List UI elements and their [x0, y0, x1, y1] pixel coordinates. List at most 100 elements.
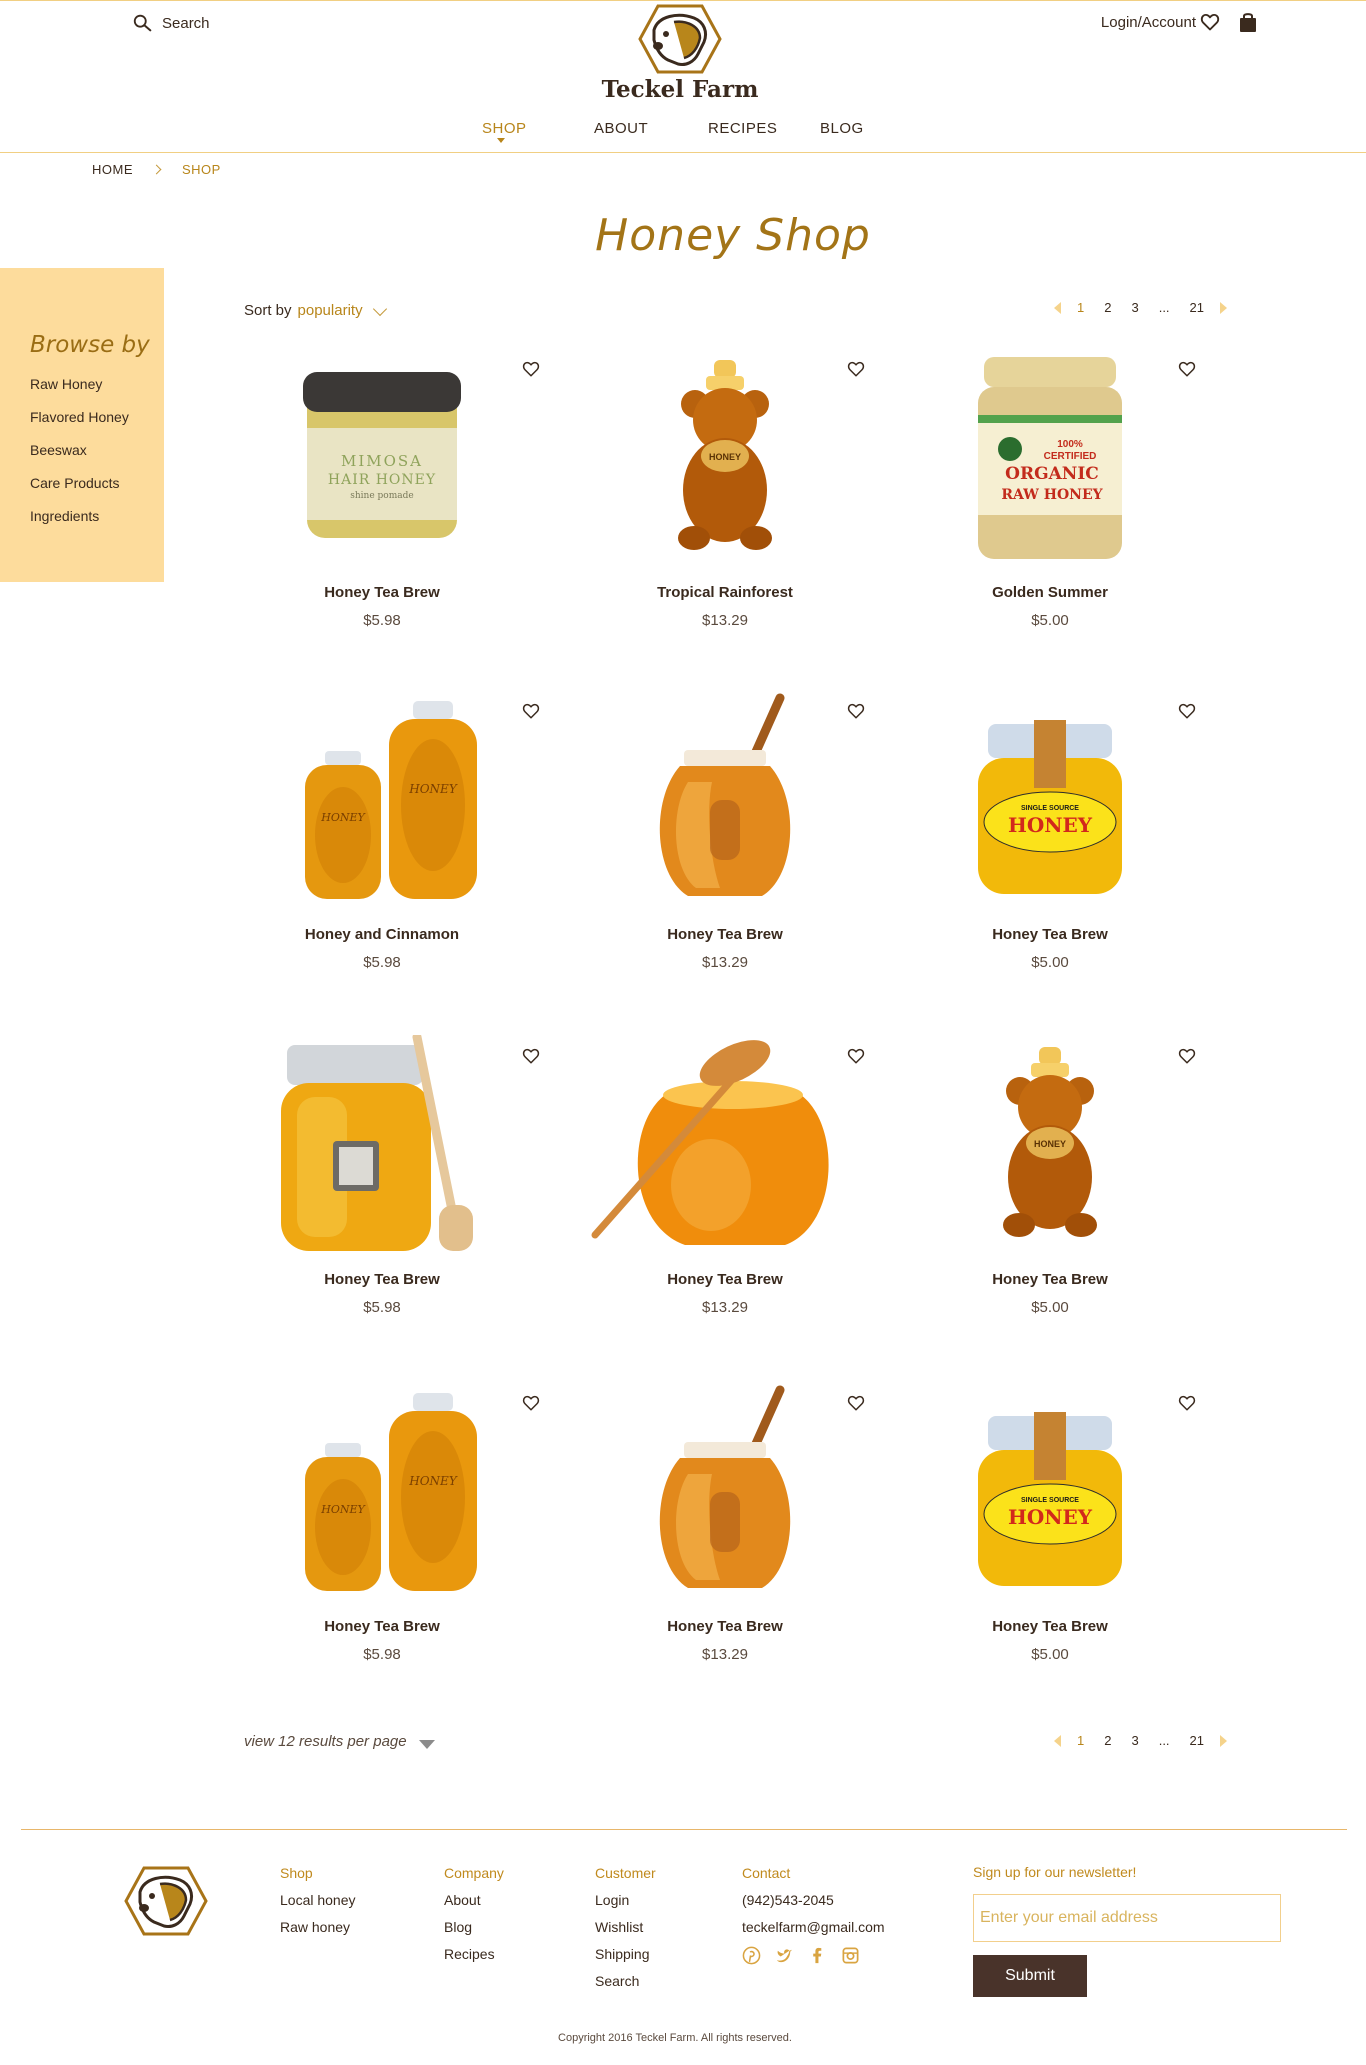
product-image[interactable]: HONEY HONEY	[232, 690, 532, 910]
next-page-icon[interactable]	[1220, 301, 1228, 314]
product-card[interactable]: Honey Tea Brew $13.29	[575, 1035, 875, 1335]
login-account-link[interactable]: Login/Account	[1101, 14, 1196, 31]
product-card[interactable]: MIMOSA HAIR HONEY shine pomade Honey Tea Br…	[232, 348, 540, 648]
search-button[interactable]: Search	[132, 12, 210, 34]
product-card[interactable]: Honey Tea Brew $13.29	[575, 690, 875, 990]
heart-icon[interactable]	[847, 1047, 865, 1065]
svg-text:HONEY: HONEY	[408, 782, 458, 796]
footer-link-shipping[interactable]: Shipping	[595, 1946, 656, 1962]
newsletter-submit-button[interactable]: Submit	[973, 1955, 1087, 1997]
product-name[interactable]: Golden Summer	[900, 584, 1200, 601]
shopping-bag-icon[interactable]	[1238, 11, 1258, 33]
product-name[interactable]: Honey Tea Brew	[232, 584, 532, 601]
heart-icon[interactable]	[1178, 1394, 1196, 1412]
page-link-2[interactable]: 2	[1104, 300, 1111, 315]
nav-about[interactable]: ABOUT	[594, 120, 648, 137]
heart-icon[interactable]	[847, 360, 865, 378]
footer-link-search[interactable]: Search	[595, 1973, 656, 1989]
product-image[interactable]	[575, 1035, 875, 1255]
breadcrumb-home[interactable]: HOME	[92, 162, 133, 177]
sidebar-item-flavored-honey[interactable]: Flavored Honey	[30, 409, 164, 425]
heart-icon[interactable]	[522, 702, 540, 720]
facebook-icon[interactable]	[808, 1946, 827, 1965]
product-image[interactable]: MIMOSA HAIR HONEY shine pomade	[232, 348, 532, 568]
chevron-down-icon[interactable]	[372, 301, 387, 316]
product-image[interactable]	[232, 1035, 532, 1255]
newsletter-email-input[interactable]	[973, 1894, 1281, 1942]
brand-name[interactable]: Teckel Farm	[560, 76, 800, 103]
product-name[interactable]: Honey Tea Brew	[232, 1271, 532, 1288]
product-name[interactable]: Honey Tea Brew	[575, 1618, 875, 1635]
product-image[interactable]: HONEY	[575, 348, 875, 568]
product-image[interactable]: HONEY HONEY	[232, 1382, 532, 1602]
product-name[interactable]: Honey Tea Brew	[575, 1271, 875, 1288]
page-link-1[interactable]: 1	[1077, 1733, 1084, 1748]
prev-page-icon[interactable]	[1054, 301, 1061, 314]
prev-page-icon[interactable]	[1054, 1734, 1061, 1747]
heart-icon[interactable]	[847, 1394, 865, 1412]
product-image[interactable]: SINGLE SOURCE HONEY	[900, 690, 1200, 910]
page-link-1[interactable]: 1	[1077, 300, 1084, 315]
product-card[interactable]: Honey Tea Brew $5.98	[232, 1035, 540, 1335]
page-link-3[interactable]: 3	[1131, 300, 1138, 315]
teckel-farm-logo[interactable]	[638, 4, 722, 74]
next-page-icon[interactable]	[1220, 1734, 1228, 1747]
product-card[interactable]: Honey Tea Brew $13.29	[575, 1382, 875, 1682]
product-name[interactable]: Honey Tea Brew	[900, 926, 1200, 943]
instagram-icon[interactable]	[841, 1946, 860, 1965]
product-name[interactable]: Tropical Rainforest	[575, 584, 875, 601]
heart-icon[interactable]	[847, 702, 865, 720]
product-card[interactable]: HONEY Tropical Rainforest $13.29	[575, 348, 875, 648]
sidebar-item-beeswax[interactable]: Beeswax	[30, 442, 164, 458]
product-image[interactable]: HONEY	[900, 1035, 1200, 1255]
product-name[interactable]: Honey Tea Brew	[900, 1271, 1200, 1288]
footer-link-about[interactable]: About	[444, 1892, 504, 1908]
sidebar-item-care-products[interactable]: Care Products	[30, 475, 164, 491]
sort-dropdown[interactable]: popularity	[298, 302, 363, 319]
svg-text:HONEY: HONEY	[1034, 1139, 1066, 1149]
nav-shop[interactable]: SHOP	[482, 120, 527, 137]
footer-link-local-honey[interactable]: Local honey	[280, 1892, 356, 1908]
heart-icon[interactable]	[522, 360, 540, 378]
footer-link-raw-honey[interactable]: Raw honey	[280, 1919, 356, 1935]
product-name[interactable]: Honey Tea Brew	[900, 1618, 1200, 1635]
footer-logo[interactable]	[124, 1866, 208, 1936]
product-card[interactable]: HONEY HONEY Honey Tea Brew $5.98	[232, 1382, 540, 1682]
product-name[interactable]: Honey Tea Brew	[575, 926, 875, 943]
page-link-21[interactable]: 21	[1190, 1733, 1204, 1748]
product-name[interactable]: Honey Tea Brew	[232, 1618, 532, 1635]
pagination-bottom: 1 2 3 ... 21	[1054, 1733, 1228, 1748]
product-card[interactable]: HONEY HONEY Honey and Cinnamon $5.98	[232, 690, 540, 990]
page-link-2[interactable]: 2	[1104, 1733, 1111, 1748]
page-link-3[interactable]: 3	[1131, 1733, 1138, 1748]
nav-blog[interactable]: BLOG	[820, 120, 864, 137]
heart-icon[interactable]	[522, 1047, 540, 1065]
heart-icon[interactable]	[1178, 1047, 1196, 1065]
product-card[interactable]: HONEY Honey Tea Brew $5.00	[900, 1035, 1200, 1335]
product-name[interactable]: Honey and Cinnamon	[232, 926, 532, 943]
product-image[interactable]: SINGLE SOURCE HONEY	[900, 1382, 1200, 1602]
sidebar-item-raw-honey[interactable]: Raw Honey	[30, 376, 164, 392]
product-card[interactable]: SINGLE SOURCE HONEY Honey Tea Brew $5.00	[900, 690, 1200, 990]
product-card[interactable]: SINGLE SOURCE HONEY Honey Tea Brew $5.00	[900, 1382, 1200, 1682]
footer-link-recipes[interactable]: Recipes	[444, 1946, 504, 1962]
product-image[interactable]: 100% CERTIFIED ORGANIC RAW HONEY	[900, 348, 1200, 568]
results-per-page-select[interactable]: view 12 results per page	[244, 1733, 435, 1750]
heart-icon[interactable]	[1200, 12, 1220, 32]
contact-email[interactable]: teckelfarm@gmail.com	[742, 1919, 885, 1935]
product-image[interactable]	[575, 690, 875, 910]
footer-link-blog[interactable]: Blog	[444, 1919, 504, 1935]
pinterest-icon[interactable]	[742, 1946, 761, 1965]
twitter-icon[interactable]	[775, 1946, 794, 1965]
sidebar-item-ingredients[interactable]: Ingredients	[30, 508, 164, 524]
footer-link-wishlist[interactable]: Wishlist	[595, 1919, 656, 1935]
page-link-21[interactable]: 21	[1190, 300, 1204, 315]
footer-link-login[interactable]: Login	[595, 1892, 656, 1908]
heart-icon[interactable]	[1178, 360, 1196, 378]
product-image[interactable]	[575, 1382, 875, 1602]
page-title: Honey Shop	[595, 210, 871, 261]
heart-icon[interactable]	[522, 1394, 540, 1412]
nav-recipes[interactable]: RECIPES	[708, 120, 777, 137]
heart-icon[interactable]	[1178, 702, 1196, 720]
product-card[interactable]: 100% CERTIFIED ORGANIC RAW HONEY Golden Summ…	[900, 348, 1200, 648]
